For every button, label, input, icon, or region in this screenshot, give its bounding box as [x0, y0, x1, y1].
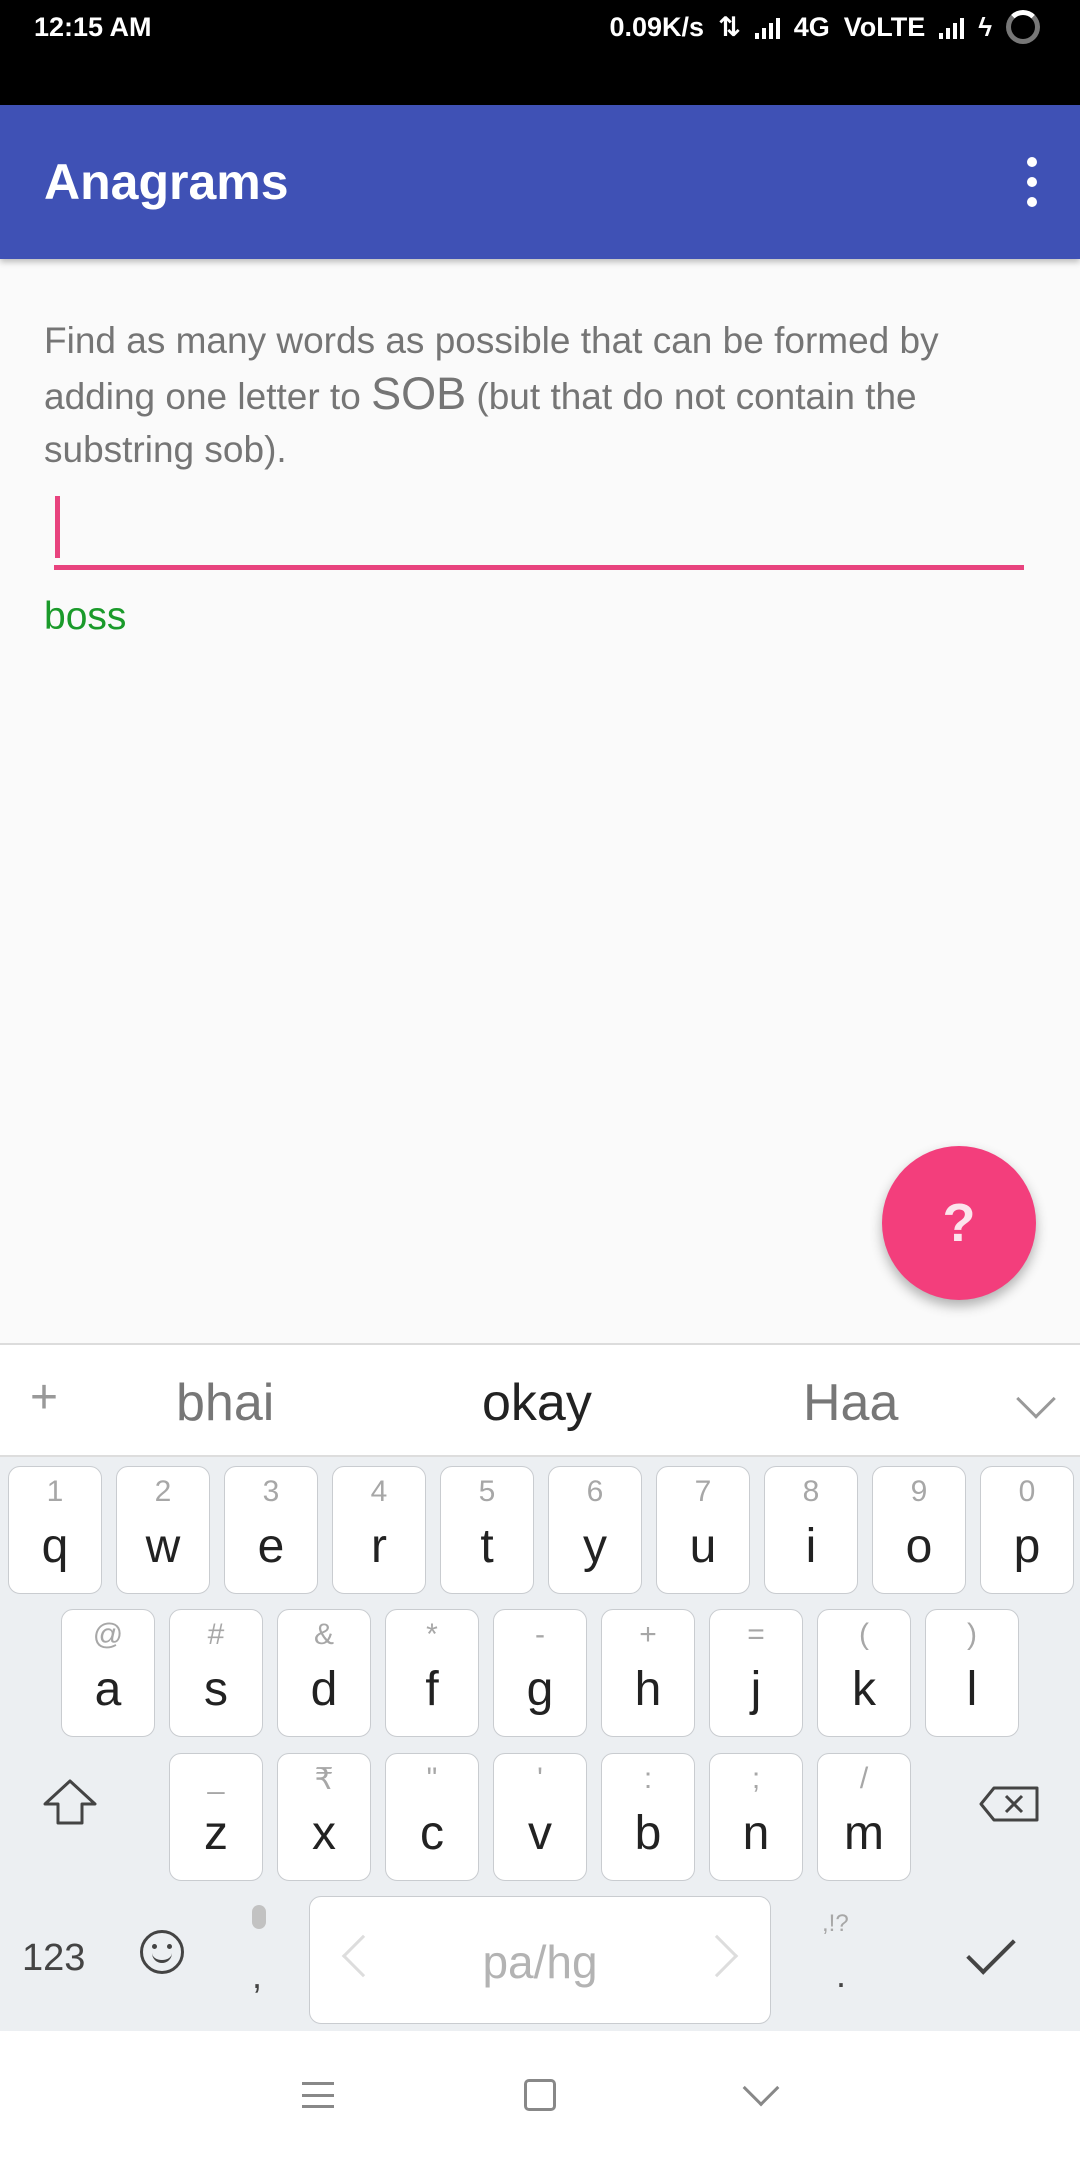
- key-v[interactable]: ' v: [493, 1753, 587, 1881]
- mic-icon: [252, 1905, 266, 1929]
- home-square-icon[interactable]: [524, 2079, 556, 2111]
- key-m[interactable]: / m: [817, 1753, 911, 1881]
- text-cursor: [55, 496, 60, 558]
- key-d[interactable]: & d: [277, 1609, 371, 1737]
- status-time: 12:15 AM: [34, 12, 152, 42]
- numeric-key[interactable]: 123: [22, 1937, 85, 1980]
- key-n[interactable]: ; n: [709, 1753, 803, 1881]
- emoji-icon[interactable]: [140, 1930, 184, 1974]
- input-underline: [54, 565, 1024, 570]
- network-type: 4G: [793, 11, 830, 42]
- back-chevron-icon[interactable]: [742, 2069, 780, 2107]
- key-s[interactable]: # s: [169, 1609, 263, 1737]
- key-f[interactable]: * f: [385, 1609, 479, 1737]
- soft-keyboard: + bhai okay Haa 1q 2w 3e 4r 5t 6y 7u 8i …: [0, 1343, 1080, 2031]
- key-t[interactable]: 5t: [440, 1466, 534, 1594]
- network-speed: 0.09K/s: [609, 11, 705, 42]
- help-fab-button[interactable]: ?: [882, 1146, 1036, 1300]
- answer-field[interactable]: [54, 490, 1024, 570]
- key-j[interactable]: = j: [709, 1609, 803, 1737]
- signal-icon: [754, 15, 780, 39]
- done-check-icon[interactable]: [966, 1925, 1016, 1975]
- app-title: Anagrams: [44, 154, 289, 210]
- data-arrows-icon: ⇅: [718, 11, 741, 42]
- key-q[interactable]: 1q: [8, 1466, 102, 1594]
- key-p[interactable]: 0p: [980, 1466, 1074, 1594]
- key-y[interactable]: 6y: [548, 1466, 642, 1594]
- chevron-down-icon[interactable]: [1016, 1379, 1056, 1419]
- found-word: boss: [44, 595, 127, 638]
- key-i[interactable]: 8i: [764, 1466, 858, 1594]
- status-bar: 12:15 AM 0.09K/s ⇅ 4G VoLTE ϟ: [0, 0, 1080, 105]
- key-r[interactable]: 4r: [332, 1466, 426, 1594]
- key-g[interactable]: -g: [493, 1609, 587, 1737]
- starter-word: SOB: [371, 368, 467, 419]
- key-l[interactable]: ) l: [925, 1609, 1019, 1737]
- key-a[interactable]: @ a: [61, 1609, 155, 1737]
- help-icon: ?: [942, 1193, 976, 1253]
- battery-ring-icon: [1006, 10, 1040, 44]
- key-e[interactable]: 3e: [224, 1466, 318, 1594]
- key-c[interactable]: " c: [385, 1753, 479, 1881]
- charging-icon: ϟ: [978, 11, 992, 42]
- backspace-icon[interactable]: [978, 1785, 1040, 1823]
- app-bar: Anagrams: [0, 105, 1080, 259]
- signal-icon-2: [939, 15, 965, 39]
- suggestion-1[interactable]: bhai: [176, 1373, 274, 1433]
- space-bar[interactable]: pa/hg: [309, 1896, 771, 2024]
- shift-icon[interactable]: [42, 1778, 98, 1826]
- answer-input[interactable]: [54, 490, 1024, 568]
- key-w[interactable]: 2w: [116, 1466, 210, 1594]
- key-z[interactable]: _ z: [169, 1753, 263, 1881]
- add-icon[interactable]: +: [30, 1370, 58, 1425]
- comma-key[interactable]: ,: [240, 1905, 290, 2005]
- suggestion-2[interactable]: okay: [482, 1373, 592, 1433]
- recents-menu-icon[interactable]: [302, 2082, 334, 2108]
- volte-label: VoLTE: [843, 11, 926, 42]
- more-vert-icon[interactable]: [1020, 157, 1044, 207]
- key-x[interactable]: ₹ x: [277, 1753, 371, 1881]
- status-indicators: 0.09K/s ⇅ 4G VoLTE ϟ: [609, 10, 1040, 44]
- suggestion-3[interactable]: Haa: [803, 1373, 898, 1433]
- key-h[interactable]: + h: [601, 1609, 695, 1737]
- instructions-text: Find as many words as possible that can …: [44, 314, 1044, 476]
- key-u[interactable]: 7u: [656, 1466, 750, 1594]
- key-o[interactable]: 9o: [872, 1466, 966, 1594]
- key-k[interactable]: (k: [817, 1609, 911, 1737]
- key-b[interactable]: :b: [601, 1753, 695, 1881]
- navigation-bar: [0, 2031, 1080, 2160]
- period-key[interactable]: ,!? .: [822, 1910, 862, 2010]
- suggestion-strip: + bhai okay Haa: [0, 1345, 1080, 1457]
